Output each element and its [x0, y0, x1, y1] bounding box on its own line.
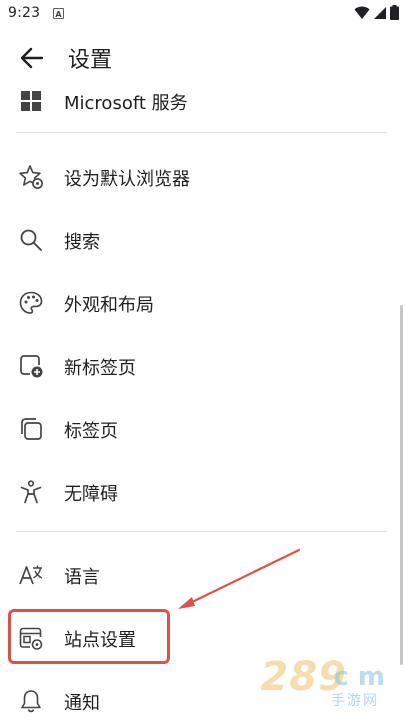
- watermark-logo: 289 c m 手游网: [220, 654, 386, 709]
- status-bar: 9:23 A: [0, 0, 405, 28]
- settings-item-search[interactable]: 搜索: [0, 219, 400, 259]
- settings-item-label: 无障碍: [64, 484, 118, 505]
- settings-item-tabs[interactable]: 标签页: [0, 408, 400, 448]
- settings-item-default-browser[interactable]: 设为默认浏览器: [0, 156, 400, 196]
- settings-item-label: 新标签页: [64, 358, 136, 379]
- status-time: 9:23: [8, 5, 41, 21]
- grid-icon: [21, 91, 41, 111]
- notification-icon: A: [53, 8, 64, 19]
- divider: [17, 132, 387, 133]
- language-icon: [19, 565, 43, 585]
- new-tab-icon: [20, 355, 43, 378]
- annotation-arrow-icon: [178, 548, 301, 609]
- app-header: 设置: [0, 28, 405, 88]
- signal-icon: [374, 6, 386, 19]
- settings-item-label: 搜索: [64, 232, 100, 253]
- divider: [17, 531, 387, 532]
- search-icon: [20, 229, 42, 251]
- settings-item-label: 语言: [64, 567, 100, 588]
- settings-item-label: 设为默认浏览器: [64, 169, 190, 190]
- page-title: 设置: [68, 48, 113, 73]
- settings-item-accessibility[interactable]: 无障碍: [0, 471, 400, 511]
- accessibility-icon: [20, 480, 42, 504]
- watermark-tail-text: c m: [333, 662, 385, 692]
- back-arrow-icon[interactable]: [18, 44, 46, 72]
- watermark-sub-text: 手游网: [331, 693, 379, 709]
- star-gear-icon: [19, 165, 43, 189]
- settings-item-new-tab-page[interactable]: 新标签页: [0, 345, 400, 385]
- tabs-icon: [21, 418, 42, 440]
- settings-item-label: 通知: [64, 693, 100, 714]
- settings-item-appearance[interactable]: 外观和布局: [0, 282, 400, 322]
- settings-item-label: 标签页: [64, 421, 118, 442]
- settings-item-label: 外观和布局: [64, 295, 154, 316]
- bell-icon: [21, 690, 41, 713]
- status-icons: [354, 5, 399, 20]
- settings-item-label: Microsoft 服务: [64, 93, 188, 114]
- wifi-icon: [354, 6, 370, 19]
- palette-icon: [19, 291, 43, 314]
- battery-icon: [390, 5, 399, 20]
- scrollbar[interactable]: [400, 305, 403, 665]
- highlight-box: [8, 609, 170, 664]
